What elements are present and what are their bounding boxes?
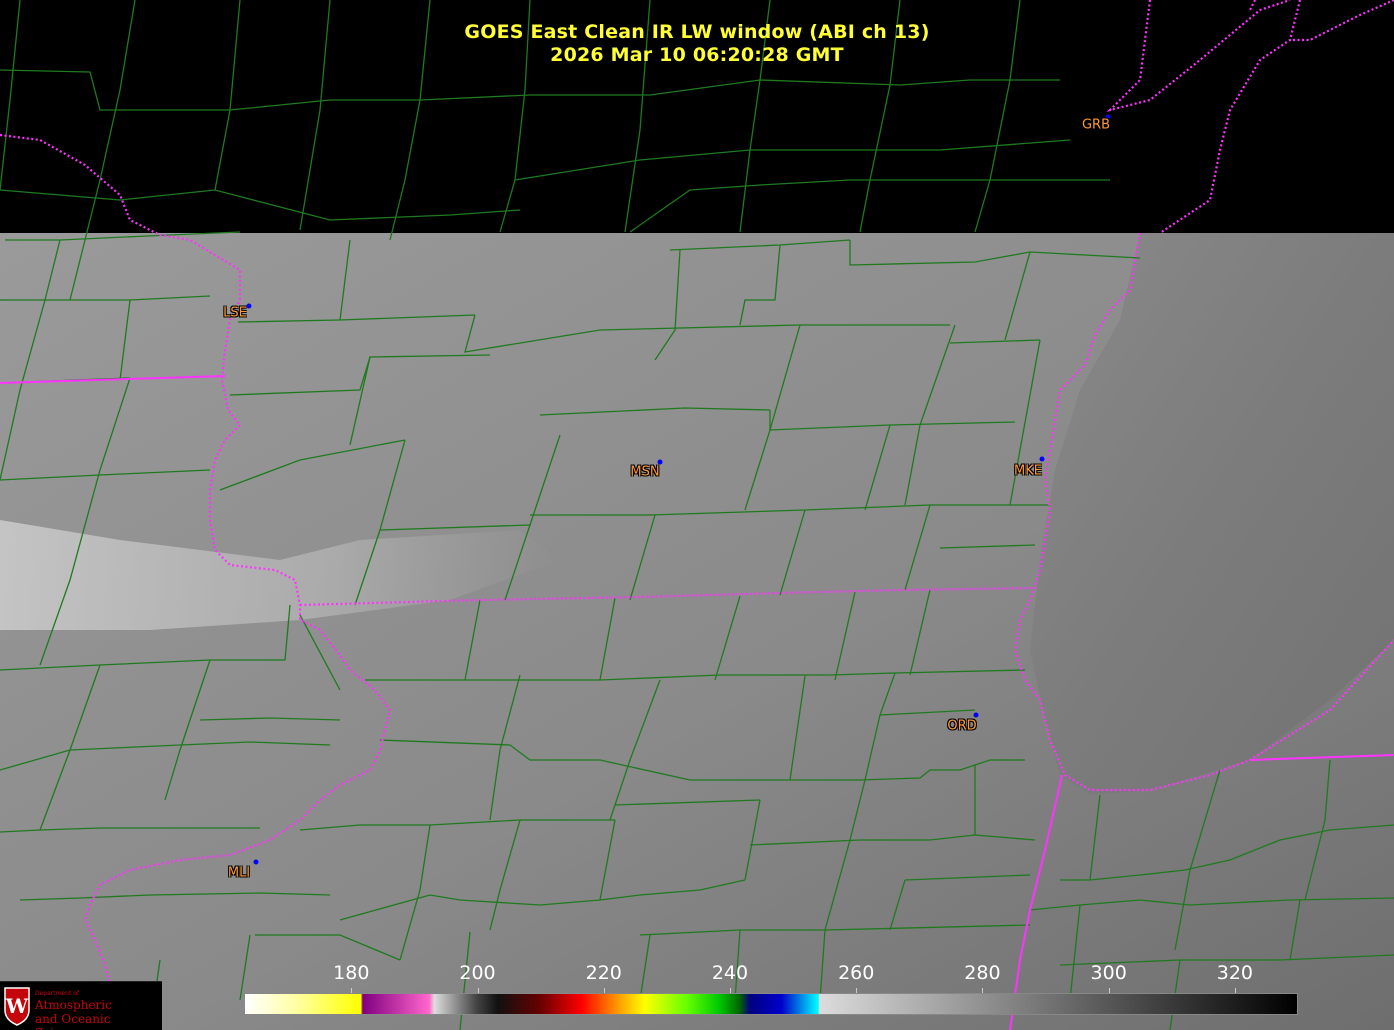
colorbar-tick-mark [603, 988, 605, 993]
colorbar-tick-label: 320 [1216, 962, 1254, 984]
station-label-lse: LSE [223, 305, 247, 321]
logo-name-line1: Atmospheric [35, 998, 112, 1012]
station-label-mli: MLI [227, 865, 251, 881]
temperature-colorbar [244, 993, 1298, 1015]
satellite-image-viewer: GOES East Clean IR LW window (ABI ch 13)… [0, 0, 1394, 1030]
colorbar-tick-mark [729, 988, 731, 993]
colorbar-tick-mark [1108, 988, 1110, 993]
station-label-grb: GRB [1081, 117, 1111, 133]
seal-letter: W [5, 994, 29, 1018]
colorbar-tick-label: 240 [711, 962, 749, 984]
colorbar-tick-mark [982, 988, 984, 993]
colorbar-tick-label: 220 [585, 962, 622, 984]
aos-logo: W Department of Atmospheric and Oceanic … [0, 981, 162, 1030]
ir-satellite-map [0, 0, 1394, 1030]
colorbar-tick-mark [351, 988, 353, 993]
station-dot-ord [973, 712, 979, 718]
colorbar-tick-mark [1234, 988, 1236, 993]
colorbar-tick-label: 300 [1090, 962, 1127, 984]
station-dot-lse [246, 303, 252, 309]
image-title: GOES East Clean IR LW window (ABI ch 13) [464, 21, 930, 43]
station-label-mke: MKE [1014, 463, 1042, 479]
station-dot-mke [1039, 456, 1045, 462]
colorbar-tick-label: 260 [838, 962, 875, 984]
station-label-ord: ORD [947, 718, 977, 734]
colorbar-tick-label: 280 [964, 962, 1001, 984]
uw-seal-icon: W [4, 987, 30, 1026]
station-label-msn: MSN [630, 464, 660, 480]
image-timestamp: 2026 Mar 10 06:20:28 GMT [550, 44, 844, 66]
logo-name-line2: and Oceanic Sciences [35, 1012, 111, 1030]
colorbar-tick-mark [856, 988, 858, 993]
station-dot-mli [253, 859, 259, 865]
colorbar-tick-mark [477, 988, 479, 993]
colorbar-tick-label: 200 [459, 962, 496, 984]
colorbar-tick-label: 180 [333, 962, 370, 984]
logo-dept-text: Department of [35, 990, 79, 997]
colorbar-gradient [245, 994, 1297, 1014]
